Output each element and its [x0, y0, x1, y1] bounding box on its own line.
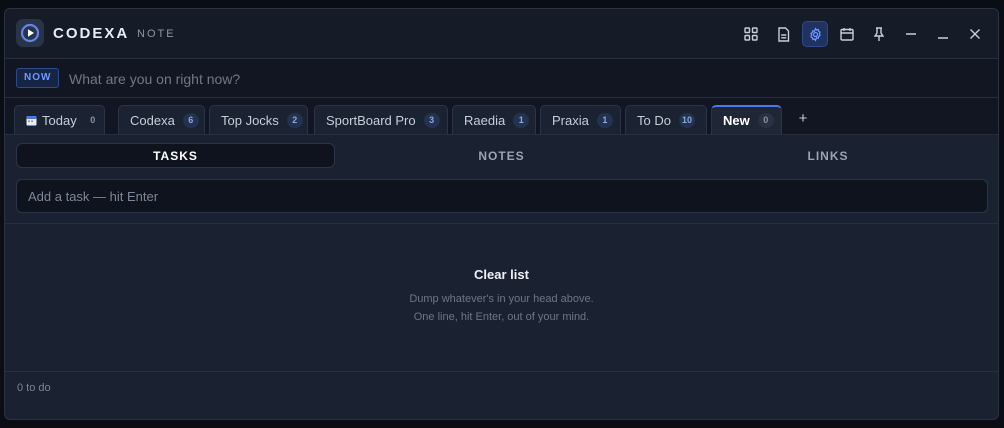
- tab-label: SportBoard Pro: [326, 112, 416, 128]
- tab-codexa[interactable]: Codexa 6: [118, 105, 205, 134]
- empty-state-title: Clear list: [474, 267, 529, 282]
- minimize-dash-icon[interactable]: [898, 21, 924, 47]
- tab-top-jocks[interactable]: Top Jocks 2: [209, 105, 308, 134]
- subtab-links[interactable]: LINKS: [668, 143, 988, 168]
- add-tab-button[interactable]: +: [795, 110, 811, 128]
- app-brand: CODEXA: [53, 25, 130, 42]
- tab-new[interactable]: New 0: [711, 105, 782, 134]
- tab-label: Today: [42, 112, 77, 128]
- close-icon[interactable]: [962, 21, 988, 47]
- title-bar[interactable]: CODEXA NOTE: [5, 9, 998, 59]
- divider: [5, 371, 998, 372]
- app-logo-icon: [16, 19, 44, 47]
- tab-label: Raedia: [464, 112, 506, 128]
- add-task-input[interactable]: [16, 179, 988, 213]
- minimize-icon[interactable]: [930, 21, 956, 47]
- tab-praxia[interactable]: Praxia 1: [540, 105, 621, 134]
- tab-label: Top Jocks: [221, 112, 279, 128]
- subtab-notes[interactable]: NOTES: [342, 143, 661, 168]
- tab-label: To Do: [637, 112, 671, 128]
- tab-label: New: [723, 113, 750, 128]
- empty-state-line: One line, hit Enter, out of your mind.: [413, 311, 590, 323]
- pin-icon[interactable]: [866, 21, 892, 47]
- tab-label: Praxia: [552, 112, 589, 128]
- empty-state-line: Dump whatever's in your head above.: [409, 293, 594, 305]
- tab-label: Codexa: [130, 112, 175, 128]
- divider: [5, 223, 998, 224]
- tab-today[interactable]: Today 0: [14, 105, 105, 134]
- gear-icon[interactable]: [802, 21, 828, 47]
- todo-count: 0 to do: [17, 382, 51, 394]
- tab-count-badge: 10: [678, 112, 695, 128]
- tab-count-badge: 6: [182, 112, 199, 128]
- app-brand-subtitle: NOTE: [137, 28, 176, 40]
- tab-count-badge: 3: [423, 112, 440, 128]
- app-window: CODEXA NOTE NOW What are you on right no…: [4, 8, 999, 420]
- tab-raedia[interactable]: Raedia 1: [452, 105, 536, 134]
- calendar-icon: [26, 115, 37, 125]
- now-badge: NOW: [16, 68, 60, 88]
- tab-count-badge: 1: [513, 112, 530, 128]
- tab-to-do[interactable]: To Do 10: [625, 105, 707, 134]
- tab-count-badge: 0: [757, 113, 774, 128]
- now-input[interactable]: [67, 67, 671, 91]
- view-switcher: TASKS NOTES LINKS: [16, 143, 988, 168]
- project-tabs: Today 0 Codexa 6 Top Jocks 2 SportBoard …: [5, 98, 998, 135]
- tab-count-badge: 0: [90, 114, 96, 125]
- document-icon[interactable]: [770, 21, 796, 47]
- tab-count-badge: 2: [286, 112, 303, 128]
- calendar-icon[interactable]: [834, 21, 860, 47]
- subtab-tasks[interactable]: TASKS: [16, 143, 335, 168]
- grid-icon[interactable]: [738, 21, 764, 47]
- tab-sportboard-pro[interactable]: SportBoard Pro 3: [314, 105, 448, 134]
- tab-count-badge: 1: [596, 112, 613, 128]
- now-bar: NOW: [5, 59, 998, 98]
